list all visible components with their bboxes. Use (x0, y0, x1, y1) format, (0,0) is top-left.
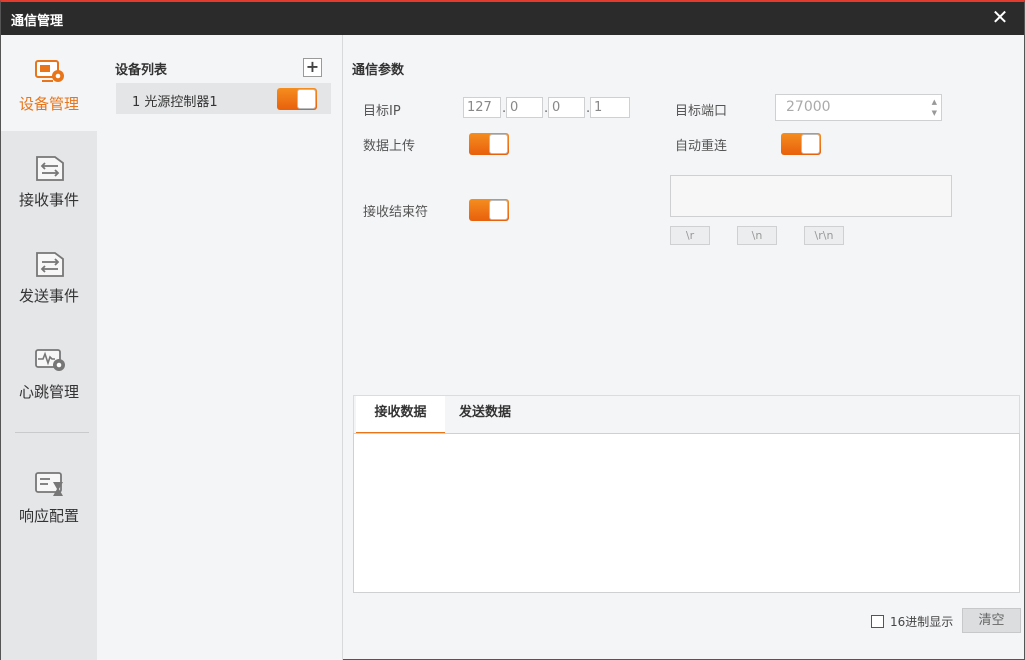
nav-label: 设备管理 (18, 95, 79, 113)
window-title: 通信管理 (11, 14, 64, 29)
nav-label: 发送事件 (18, 287, 79, 305)
title-bar: 通信管理 ✕ (1, 2, 1024, 35)
lf-button[interactable]: \n (737, 226, 777, 245)
auto-reconnect-toggle[interactable] (781, 133, 821, 155)
ip-octet-3[interactable]: 0 (548, 97, 585, 118)
add-device-button[interactable]: + (303, 58, 322, 77)
response-config-icon (35, 472, 63, 496)
spin-down-icon[interactable]: ▼ (932, 109, 937, 117)
ip-octet-1[interactable]: 127 (463, 97, 501, 118)
target-ip-label: 目标IP (363, 104, 401, 119)
data-upload-label: 数据上传 (363, 139, 416, 154)
communication-window: 通信管理 ✕ 设备管理 接收事件 发送事件 心跳管理 响应配置 设备列表 + 1… (0, 0, 1025, 660)
device-gear-icon (35, 60, 64, 82)
target-port-input[interactable]: 27000 ▲ ▼ (775, 94, 942, 121)
terminator-label: 接收结束符 (363, 205, 429, 220)
params-title: 通信参数 (352, 63, 405, 78)
toggle-knob (297, 89, 316, 109)
close-icon[interactable]: ✕ (990, 6, 1010, 28)
nav-item-device-management[interactable]: 设备管理 (1, 35, 97, 131)
heartbeat-gear-icon (35, 349, 65, 371)
main-content: 通信参数 目标IP 127 . 0 . 0 . 1 目标端口 27000 ▲ ▼… (343, 35, 1024, 660)
toggle-knob (489, 200, 508, 220)
data-display-area[interactable] (353, 433, 1020, 593)
port-value: 27000 (786, 99, 831, 115)
data-upload-toggle[interactable] (469, 133, 509, 155)
terminator-input[interactable] (670, 175, 952, 217)
spin-up-icon[interactable]: ▲ (932, 98, 937, 106)
clear-button[interactable]: 清空 (962, 608, 1021, 633)
device-name: 1 光源控制器1 (132, 95, 218, 110)
device-list-panel: 设备列表 + 1 光源控制器1 (97, 35, 343, 660)
toggle-knob (489, 134, 508, 154)
nav-item-heartbeat-management[interactable]: 心跳管理 (1, 323, 97, 419)
crlf-button[interactable]: \r\n (804, 226, 844, 245)
device-list-header: 设备列表 (115, 63, 168, 78)
nav-item-response-config[interactable]: 响应配置 (1, 447, 97, 543)
auto-reconnect-label: 自动重连 (675, 139, 728, 154)
nav-label: 接收事件 (18, 191, 79, 209)
terminator-toggle[interactable] (469, 199, 509, 221)
nav-divider (15, 432, 89, 433)
send-event-icon (36, 252, 64, 277)
target-port-label: 目标端口 (675, 104, 728, 119)
device-list-item[interactable]: 1 光源控制器1 (116, 83, 331, 114)
tab-receive-data[interactable]: 接收数据 (356, 396, 445, 434)
left-nav: 设备管理 接收事件 发送事件 心跳管理 响应配置 (1, 35, 97, 660)
hex-display-label: 16进制显示 (890, 615, 954, 629)
device-enable-toggle[interactable] (277, 88, 317, 110)
nav-item-send-events[interactable]: 发送事件 (1, 227, 97, 323)
ip-octet-2[interactable]: 0 (506, 97, 543, 118)
nav-label: 心跳管理 (18, 383, 79, 401)
toggle-knob (801, 134, 820, 154)
hex-display-checkbox[interactable] (871, 615, 884, 628)
data-tab-bar: 接收数据 发送数据 (353, 395, 1020, 434)
nav-item-receive-events[interactable]: 接收事件 (1, 131, 97, 227)
receive-event-icon (36, 156, 64, 181)
tab-send-data[interactable]: 发送数据 (445, 396, 525, 434)
cr-button[interactable]: \r (670, 226, 710, 245)
nav-label: 响应配置 (18, 507, 79, 525)
ip-octet-4[interactable]: 1 (590, 97, 630, 118)
